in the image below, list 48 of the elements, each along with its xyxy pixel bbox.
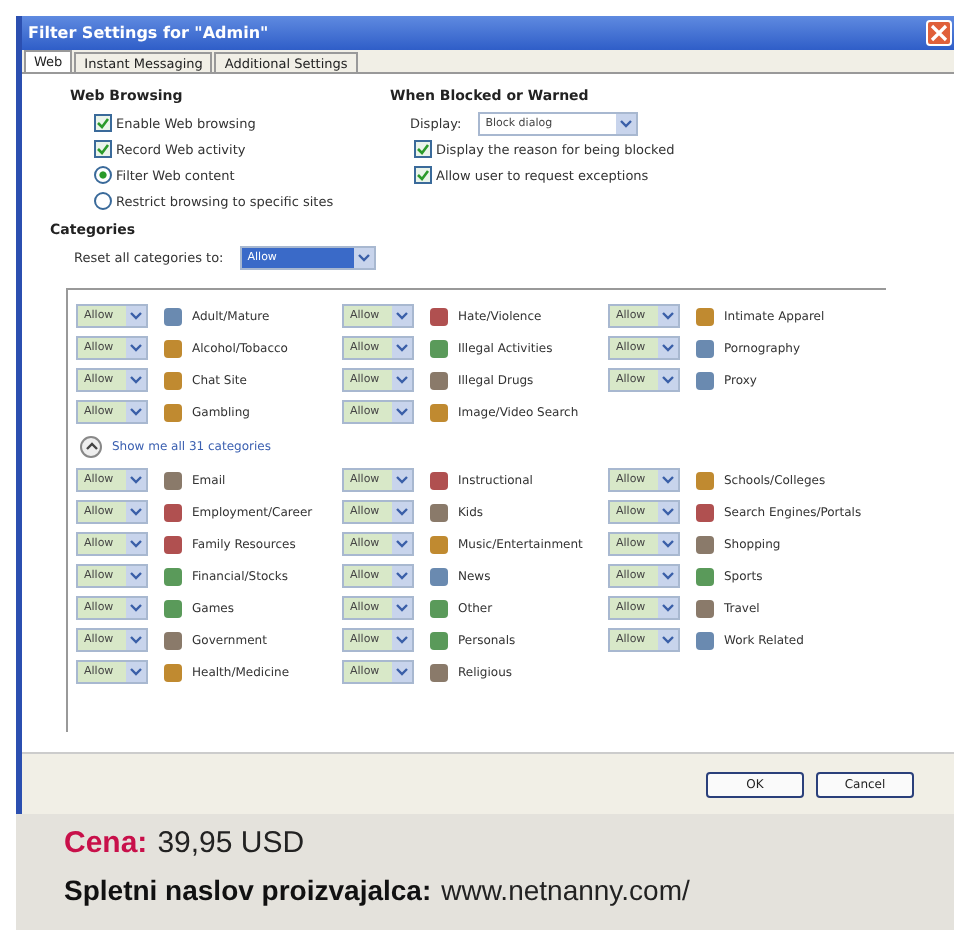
dropdown-arrow-icon [126, 338, 146, 358]
dropdown-arrow-icon [658, 338, 678, 358]
dropdown-arrow-icon [392, 338, 412, 358]
url-label: Spletni naslov proizvajalca: [64, 874, 432, 906]
dropdown-arrow-icon [658, 630, 678, 650]
dropdown-arrow-icon [126, 470, 146, 490]
checkbox[interactable] [414, 140, 432, 158]
price-label: Cena: [64, 826, 148, 860]
dropdown-arrow-icon [353, 248, 374, 268]
dropdown-arrow-icon [658, 534, 678, 554]
checkbox[interactable] [94, 114, 112, 132]
price-value: 39,95 USD [157, 826, 305, 860]
dropdown-arrow-icon [392, 662, 412, 682]
dropdown-arrow-icon [126, 502, 146, 522]
dropdown-arrow-icon [658, 370, 678, 390]
window-title: Filter Settings for "Admin" [28, 24, 269, 42]
dropdown-arrow-icon [126, 630, 146, 650]
checkbox[interactable] [94, 140, 112, 158]
close-button[interactable] [926, 20, 952, 46]
dropdown-arrow-icon [392, 598, 412, 618]
radio-button[interactable] [94, 192, 112, 210]
dropdown-arrow-icon [126, 402, 146, 422]
dropdown-arrow-icon [126, 306, 146, 326]
dropdown-arrow-icon [392, 534, 412, 554]
dropdown-arrow-icon [392, 306, 412, 326]
dropdown-arrow-icon [392, 630, 412, 650]
dropdown-arrow-icon [392, 566, 412, 586]
dropdown-arrow-icon [658, 566, 678, 586]
url-text: www.netnanny.com/ [441, 874, 690, 906]
dropdown-arrow-icon [126, 662, 146, 682]
dropdown-arrow-icon [658, 306, 678, 326]
dropdown-arrow-icon [392, 402, 412, 422]
caret-icon [85, 442, 97, 450]
radio-button[interactable] [94, 166, 112, 184]
dropdown-arrow-icon [126, 370, 146, 390]
dropdown-arrow-icon [126, 534, 146, 554]
dropdown-arrow-icon [658, 598, 678, 618]
dropdown-arrow-icon [392, 370, 412, 390]
dropdown-arrow-icon [658, 470, 678, 490]
checkbox[interactable] [414, 166, 432, 184]
collapse-button[interactable] [80, 435, 102, 457]
dropdown-arrow-icon [392, 502, 412, 522]
dropdown-arrow-icon [126, 566, 146, 586]
dropdown-arrow-icon [392, 470, 412, 490]
dropdown-arrow-icon [615, 113, 636, 133]
dropdown-arrow-icon [658, 502, 678, 522]
dropdown-arrow-icon [126, 598, 146, 618]
close-icon [930, 24, 948, 42]
